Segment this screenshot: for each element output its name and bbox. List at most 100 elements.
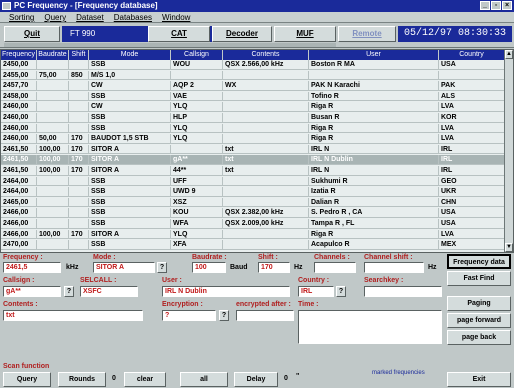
maximize-button[interactable]: ▫ xyxy=(491,1,501,10)
table-cell: 2461,50 xyxy=(1,166,37,175)
mode-field[interactable]: SITOR A xyxy=(93,262,155,273)
exit-button[interactable]: Exit xyxy=(447,372,511,387)
rounds-button[interactable]: Rounds xyxy=(58,372,106,387)
table-row[interactable]: 2458,00 SSB VAE Tofino R ALS xyxy=(1,91,505,102)
menu-window[interactable]: Window xyxy=(157,12,195,22)
shift-field[interactable]: 170 xyxy=(258,262,290,273)
callsign-lookup-button[interactable]: ? xyxy=(64,286,74,297)
table-row[interactable]: 2457,70 CW AQP 2 WX PAK N Karachi PAK xyxy=(1,81,505,91)
table-row[interactable]: 2460,00 SSB HLP Busan R KOR xyxy=(1,113,505,123)
table-row[interactable]: 2465,00 SSB XSZ Dalian R CHN xyxy=(1,197,505,208)
table-cell: USA xyxy=(439,219,505,228)
channels-field[interactable] xyxy=(314,262,356,273)
table-cell: ALS xyxy=(439,91,505,101)
table-cell: Riga R xyxy=(309,123,439,133)
table-cell: Dalian R xyxy=(309,197,439,207)
encrypted-after-field[interactable] xyxy=(236,310,294,321)
table-cell: MEX xyxy=(439,240,505,249)
cat-button[interactable]: CAT xyxy=(148,26,210,42)
mode-lookup-button[interactable]: ? xyxy=(157,262,167,273)
searchkey-field[interactable] xyxy=(364,286,442,297)
table-row[interactable]: 2461,50 100,00 170 SITOR AgA** txt IRL N Dubl… xyxy=(1,155,505,165)
decoder-button[interactable]: Decoder xyxy=(212,26,272,42)
table-row[interactable]: 2470,00 SSB XFA Acapulco R MEX xyxy=(1,240,505,250)
menu-databases[interactable]: Databases xyxy=(109,12,157,22)
table-cell: PAK N Karachi xyxy=(309,81,439,90)
page-back-button[interactable]: page back xyxy=(447,330,511,345)
table-row[interactable]: 2460,00 50,00 170 BAUDOT 1,5 STB YLQ Riga R LV… xyxy=(1,134,505,144)
table-row[interactable]: 2461,50 100,00 170 SITOR A txt IRL N IRL xyxy=(1,144,505,155)
menu-sorting[interactable]: Sorting xyxy=(4,12,39,22)
table-cell: 100,00 xyxy=(37,166,69,175)
vertical-scrollbar[interactable]: ▲ ▼ xyxy=(504,50,513,252)
all-button[interactable]: all xyxy=(180,372,228,387)
table-cell: 2460,00 xyxy=(1,113,37,122)
col-mode[interactable]: Mode xyxy=(89,50,171,60)
table-cell: VAE xyxy=(171,91,223,101)
table-row[interactable]: 2460,00 SSB YLQ Riga R LVA xyxy=(1,123,505,134)
encryption-field[interactable]: ? xyxy=(162,310,216,321)
minimize-button[interactable]: _ xyxy=(480,1,490,10)
table-row[interactable]: 2464,00 SSB UWD 9 Izatia R UKR xyxy=(1,187,505,197)
col-frequency[interactable]: Frequency xyxy=(1,50,37,60)
table-cell xyxy=(37,176,69,186)
scroll-up-icon[interactable]: ▲ xyxy=(505,50,513,59)
contents-field[interactable]: txt xyxy=(3,310,143,321)
muf-button[interactable]: MUF xyxy=(274,26,336,42)
table-cell: 2460,00 xyxy=(1,102,37,111)
quit-button[interactable]: Quit xyxy=(4,26,60,42)
table-cell: Izatia R xyxy=(309,187,439,196)
page-forward-button[interactable]: page forward xyxy=(447,313,511,328)
user-field[interactable]: IRL N Dublin xyxy=(162,286,290,297)
table-row[interactable]: 2450,00 SSB WOU QSX 2.566,00 kHz Boston R MA… xyxy=(1,60,505,70)
table-cell: 850 xyxy=(69,70,89,80)
close-button[interactable]: × xyxy=(502,1,512,10)
col-callsign[interactable]: Callsign xyxy=(171,50,223,60)
table-row[interactable]: 2461,50 100,00 170 SITOR A 44** txt IRL N IRL xyxy=(1,166,505,176)
table-cell: SITOR A xyxy=(89,155,171,164)
shift-unit: Hz xyxy=(294,264,303,271)
remote-button[interactable]: Remote xyxy=(338,26,396,42)
encryption-lookup-button[interactable]: ? xyxy=(219,310,229,321)
table-cell: txt xyxy=(223,166,309,175)
channel-shift-unit: Hz xyxy=(428,264,437,271)
table-row[interactable]: 2455,00 75,00 850 M/S 1,0 xyxy=(1,70,505,81)
frequency-field[interactable]: 2461,5 xyxy=(3,262,61,273)
table-cell xyxy=(37,208,69,217)
query-button[interactable]: Query xyxy=(3,372,51,387)
baudrate-field[interactable]: 100 xyxy=(192,262,226,273)
table-cell: 170 xyxy=(69,166,89,175)
col-user[interactable]: User xyxy=(309,50,439,60)
table-cell xyxy=(223,91,309,101)
table-cell: QSX 2.566,00 kHz xyxy=(223,60,309,69)
time-field[interactable] xyxy=(298,310,442,344)
col-shift[interactable]: Shift xyxy=(69,50,89,60)
paging-button[interactable]: Paging xyxy=(447,296,511,311)
table-cell: Riga R xyxy=(309,102,439,111)
col-country[interactable]: Country xyxy=(439,50,505,60)
scroll-down-icon[interactable]: ▼ xyxy=(505,243,513,252)
country-field[interactable]: IRL xyxy=(298,286,334,297)
menu-query[interactable]: Query xyxy=(39,12,71,22)
frequency-data-button[interactable]: Frequency data xyxy=(447,254,511,269)
table-cell: LVA xyxy=(439,229,505,239)
table-cell xyxy=(37,240,69,249)
clear-button[interactable]: clear xyxy=(124,372,166,387)
delay-button[interactable]: Delay xyxy=(234,372,278,387)
table-row[interactable]: 2466,00 SSB KOU QSX 2.382,00 kHz S. Pedro R … xyxy=(1,208,505,218)
country-lookup-button[interactable]: ? xyxy=(336,286,346,297)
channel-shift-field[interactable] xyxy=(364,262,424,273)
table-cell: YLQ xyxy=(171,123,223,133)
fast-find-button[interactable]: Fast Find xyxy=(447,271,511,286)
selcall-field[interactable]: XSFC xyxy=(80,286,138,297)
table-row[interactable]: 2466,00 100,00 170 SITOR A YLQ Riga R LVA xyxy=(1,229,505,240)
callsign-field[interactable]: gA** xyxy=(3,286,61,297)
menu-dataset[interactable]: Dataset xyxy=(71,12,109,22)
table-row[interactable]: 2460,00 CW YLQ Riga R LVA xyxy=(1,102,505,112)
table-row[interactable]: 2464,00 SSB UFF Sukhumi R GEO xyxy=(1,176,505,187)
system-menu-icon[interactable] xyxy=(2,2,11,10)
col-contents[interactable]: Contents xyxy=(223,50,309,60)
table-row[interactable]: 2466,00 SSB WFA QSX 2.009,00 kHz Tampa R , F… xyxy=(1,219,505,229)
col-baudrate[interactable]: Baudrate xyxy=(37,50,69,60)
menu-bar: Sorting Query Dataset Databases Window xyxy=(0,12,514,23)
